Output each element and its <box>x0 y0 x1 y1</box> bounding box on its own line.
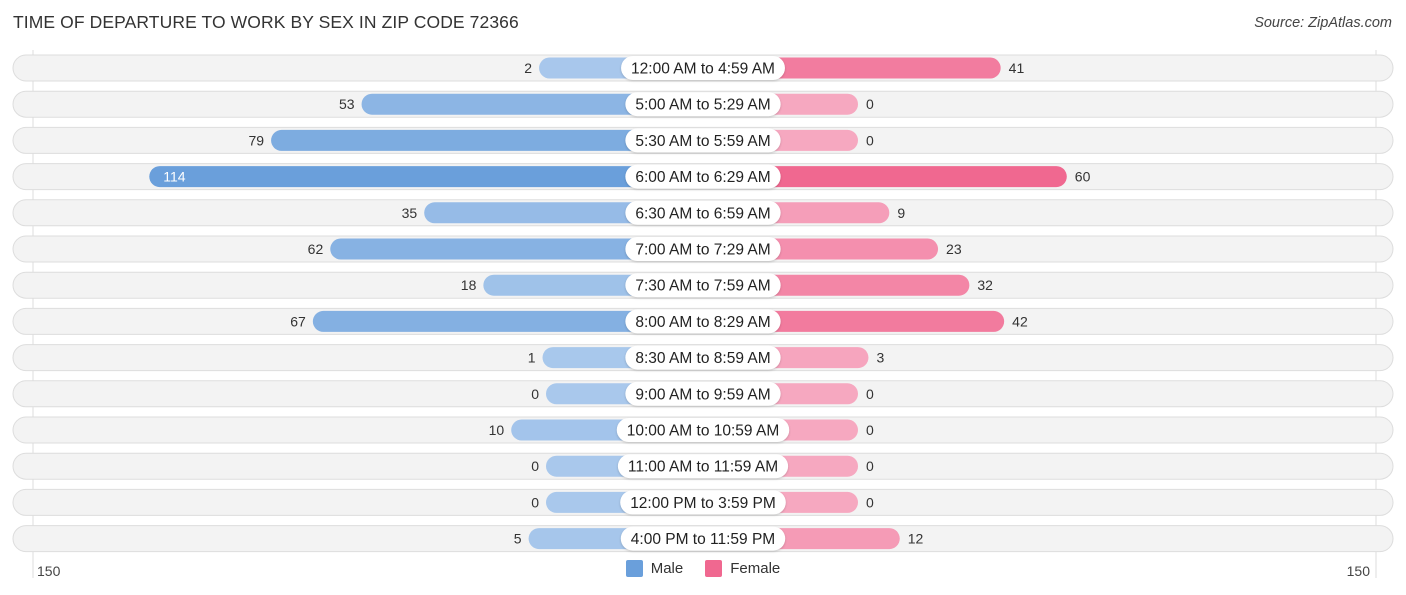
male-value-label: 0 <box>531 458 539 474</box>
category-label: 6:00 AM to 6:29 AM <box>635 169 770 186</box>
female-value-label: 0 <box>866 132 874 148</box>
table-row: 9:00 AM to 9:59 AM 0 0 <box>12 380 1394 408</box>
table-row: 7:30 AM to 7:59 AM 18 32 <box>12 271 1394 299</box>
table-row: 8:00 AM to 8:29 AM 67 42 <box>12 307 1394 335</box>
table-row: 11:00 AM to 11:59 AM 0 0 <box>12 452 1394 480</box>
table-row: 5:00 AM to 5:29 AM 53 0 <box>12 90 1394 118</box>
category-label: 7:30 AM to 7:59 AM <box>635 278 770 295</box>
female-value-label: 0 <box>866 422 874 438</box>
table-row: 12:00 PM to 3:59 PM 0 0 <box>12 488 1394 516</box>
female-value-label: 12 <box>908 531 924 547</box>
table-row: 8:30 AM to 8:59 AM 1 3 <box>12 344 1394 372</box>
male-value-label: 62 <box>308 241 324 257</box>
female-value-label: 0 <box>866 494 874 510</box>
female-value-label: 3 <box>876 350 884 366</box>
female-value-label: 23 <box>946 241 962 257</box>
category-label: 7:00 AM to 7:29 AM <box>635 242 770 259</box>
male-bar[interactable] <box>149 166 703 188</box>
legend-swatch-female <box>705 560 723 577</box>
chart-area: 12:00 AM to 4:59 AM 2 41 5:00 AM to 5:29 AM… <box>12 50 1394 579</box>
table-row: 5:30 AM to 5:59 AM 79 0 <box>12 126 1394 154</box>
female-value-label: 60 <box>1075 169 1091 185</box>
legend: Male Female <box>0 560 1406 577</box>
female-value-label: 32 <box>977 277 993 293</box>
male-value-label: 114 <box>163 169 186 185</box>
male-value-label: 0 <box>531 494 539 510</box>
category-label: 10:00 AM to 10:59 AM <box>627 423 780 440</box>
male-value-label: 10 <box>489 422 505 438</box>
legend-item-female[interactable]: Female <box>705 560 780 577</box>
male-value-label: 1 <box>528 350 536 366</box>
female-value-label: 0 <box>866 386 874 402</box>
legend-item-male[interactable]: Male <box>625 560 684 577</box>
male-value-label: 5 <box>514 531 522 547</box>
table-row: 7:00 AM to 7:29 AM 62 23 <box>12 235 1394 263</box>
category-label: 5:00 AM to 5:29 AM <box>635 97 770 114</box>
legend-label-male: Male <box>650 560 684 577</box>
legend-swatch-male <box>625 560 643 577</box>
male-value-label: 53 <box>339 96 355 112</box>
category-label: 12:00 AM to 4:59 AM <box>631 61 775 78</box>
category-label: 12:00 PM to 3:59 PM <box>630 495 776 512</box>
male-value-label: 67 <box>290 313 306 329</box>
table-row: 6:30 AM to 6:59 AM 35 9 <box>12 199 1394 227</box>
table-row: 4:00 PM to 11:59 PM 5 12 <box>12 525 1394 553</box>
category-label: 8:30 AM to 8:59 AM <box>635 350 770 367</box>
category-label: 11:00 AM to 11:59 AM <box>628 459 778 476</box>
male-value-label: 2 <box>524 60 532 76</box>
category-label: 4:00 PM to 11:59 PM <box>631 531 775 548</box>
male-value-label: 79 <box>249 132 265 148</box>
table-row: 12:00 AM to 4:59 AM 2 41 <box>12 54 1394 82</box>
male-value-label: 18 <box>461 277 477 293</box>
table-row: 6:00 AM to 6:29 AM 114 60 <box>12 163 1394 191</box>
female-value-label: 0 <box>866 458 874 474</box>
male-value-label: 35 <box>402 205 418 221</box>
female-value-label: 42 <box>1012 313 1028 329</box>
category-label: 8:00 AM to 8:29 AM <box>635 314 770 331</box>
category-label: 6:30 AM to 6:59 AM <box>635 205 770 222</box>
female-value-label: 9 <box>897 205 905 221</box>
female-value-label: 0 <box>866 96 874 112</box>
male-value-label: 0 <box>531 386 539 402</box>
table-row: 10:00 AM to 10:59 AM 10 0 <box>12 416 1394 444</box>
category-label: 9:00 AM to 9:59 AM <box>635 386 770 403</box>
female-value-label: 41 <box>1009 60 1025 76</box>
legend-label-female: Female <box>730 560 781 577</box>
category-label: 5:30 AM to 5:59 AM <box>635 133 770 150</box>
